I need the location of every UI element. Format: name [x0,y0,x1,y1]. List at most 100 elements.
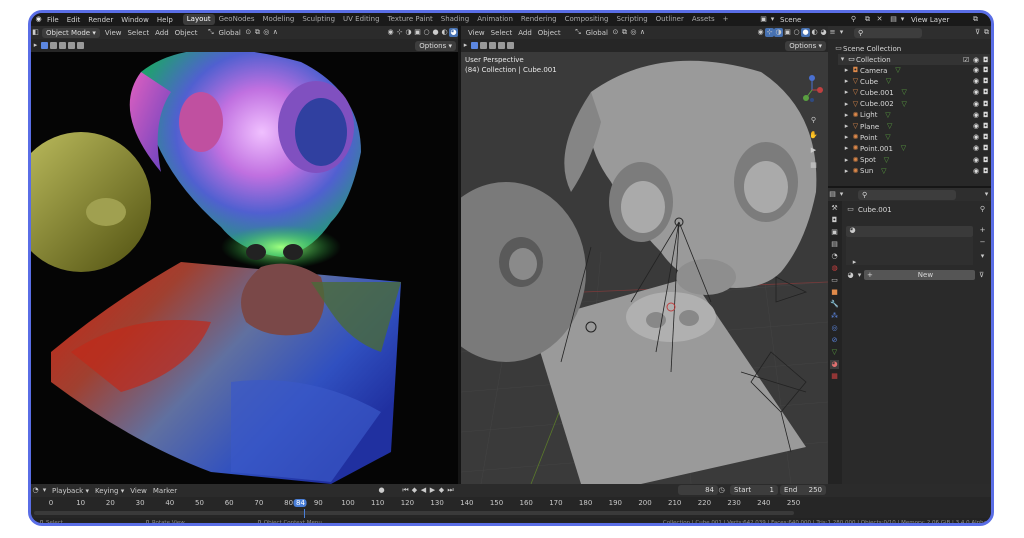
pivot-icon[interactable]: ⊙ [611,28,620,37]
shading-material-icon[interactable]: ◐ [810,28,819,37]
eye-icon[interactable]: ◉ [973,156,979,164]
camera-render-icon[interactable]: ◘ [983,167,989,175]
outliner-row-point[interactable]: ▸ ✺ Point ▽ [842,132,991,143]
texture-tab-icon[interactable]: ▦ [830,372,839,381]
current-frame-marker[interactable]: 84 [294,499,307,507]
object-tab-icon[interactable]: ■ [830,288,839,297]
material-tab-icon[interactable]: ◕ [830,360,839,369]
proportional-icon[interactable]: ◎ [262,28,271,37]
overlay-icon[interactable]: ◑ [774,28,783,37]
start-frame-field[interactable]: Start 1 [728,485,780,495]
outliner-row-sun[interactable]: ▸ ✺ Sun ▽ [842,166,991,177]
menu-help[interactable]: Help [153,16,177,24]
play-icon[interactable]: ▶ [428,486,437,495]
select-mode-invert-icon[interactable] [498,42,505,49]
shading-wire-icon[interactable]: ○ [422,28,431,37]
outliner-row-camera[interactable]: ▸ ◘ Camera ▽ [842,65,991,76]
checkbox-icon[interactable]: ☑ [963,56,969,64]
outliner-row-scene-collection[interactable]: ▭ Scene Collection [834,43,986,54]
editor-type-icon[interactable]: ▤ [828,190,837,199]
record-icon[interactable]: ● [377,486,386,495]
camera-render-icon[interactable]: ◘ [983,66,989,74]
chevron-down-icon[interactable]: ▾ [982,190,991,199]
clock-icon[interactable]: ◷ [717,486,726,495]
xray-icon[interactable]: ▣ [783,28,792,37]
tab-compositing[interactable]: Compositing [561,14,613,25]
expand-arrow-icon[interactable]: ▸ [850,258,859,267]
constraints-tab-icon[interactable]: ⊘ [830,336,839,345]
editor-type-icon[interactable]: ◧ [31,28,40,37]
select-mode-intersect-icon[interactable] [77,42,84,49]
collection-tab-icon[interactable]: ▭ [830,276,839,285]
new-material-button[interactable]: + New [864,270,975,280]
snap-icon[interactable]: ⧉ [620,28,629,37]
camera-render-icon[interactable]: ◘ [983,133,989,141]
pin-icon[interactable]: ⚲ [978,205,987,214]
marker-menu[interactable]: Marker [150,487,180,495]
add-menu[interactable]: Add [515,29,535,37]
view-layer-selector[interactable]: ▤ ▾ View Layer [889,14,949,25]
eye-icon[interactable]: ◉ [973,100,979,108]
select-mode-invert-icon[interactable] [68,42,75,49]
jump-end-icon[interactable]: ⏭ [446,486,455,495]
output-tab-icon[interactable]: ▣ [830,228,839,237]
eye-icon[interactable]: ◉ [973,122,979,130]
physics-tab-icon[interactable]: ◎ [830,324,839,333]
outliner-row-cube-002[interactable]: ▸ ▽ Cube.002 ▽ [842,99,991,110]
expand-arrow-icon[interactable]: ▸ [842,133,851,142]
camera-render-icon[interactable]: ◘ [983,122,989,130]
expand-arrow-icon[interactable]: ▸ [842,111,851,120]
current-frame-field[interactable]: 84 [678,485,718,495]
pin-icon[interactable]: ⚲ [849,15,858,24]
tab-animation[interactable]: Animation [473,14,517,25]
clock-icon[interactable]: ◔ [31,486,40,495]
select-menu[interactable]: Select [124,29,152,37]
object-menu[interactable]: Object [172,29,201,37]
expand-arrow-icon[interactable]: ▸ [842,66,851,75]
add-workspace-button[interactable]: + [719,14,733,25]
mode-dropdown[interactable]: Object Mode ▾ [42,27,100,38]
object-menu[interactable]: Object [535,29,564,37]
right-options-dropdown[interactable]: Options ▾ [785,40,826,51]
expand-arrow-icon[interactable]: ▸ [842,77,851,86]
play-reverse-icon[interactable]: ◀ [419,486,428,495]
camera-render-icon[interactable]: ◘ [983,88,989,96]
gizmo-icon[interactable]: ⊹ [395,28,404,37]
prev-keyframe-icon[interactable]: ◆ [410,486,419,495]
timeline-scrollbar[interactable] [34,511,794,515]
outliner-row-spot[interactable]: ▸ ✺ Spot ▽ [842,155,991,166]
visibility-icon[interactable]: ◉ [756,28,765,37]
select-mode-new-icon[interactable] [471,42,478,49]
tab-geonodes[interactable]: GeoNodes [215,14,259,25]
outliner-row-light[interactable]: ▸ ✺ Light ▽ [842,110,991,121]
view-menu[interactable]: View [465,29,488,37]
camera-view-icon[interactable]: ▶ [809,146,818,155]
scene-tab-icon[interactable]: ◔ [830,252,839,261]
camera-render-icon[interactable]: ◘ [983,100,989,108]
tab-uv-editing[interactable]: UV Editing [339,14,384,25]
proportional-icon[interactable]: ◎ [629,28,638,37]
particles-tab-icon[interactable]: ⁂ [830,312,839,321]
playhead-line[interactable] [304,509,305,518]
copy-layer-icon[interactable]: ⧉ [971,15,980,24]
blender-logo-icon[interactable]: ◉ [34,15,43,24]
hand-pan-icon[interactable]: ✋ [809,131,818,140]
shading-material-icon[interactable]: ◐ [440,28,449,37]
tab-modeling[interactable]: Modeling [259,14,299,25]
shading-rendered-icon[interactable]: ◕ [449,28,458,37]
eye-icon[interactable]: ◉ [973,133,979,141]
camera-render-icon[interactable]: ◘ [983,77,989,85]
tool-tab-icon[interactable]: ⚒ [830,204,839,213]
shading-solid-icon[interactable]: ● [431,28,440,37]
tab-texture-paint[interactable]: Texture Paint [384,14,437,25]
material-slot-list[interactable]: ◕ [846,226,973,237]
orientation-dropdown[interactable]: Global [583,29,611,37]
expand-arrow-icon[interactable]: ▸ [842,122,851,131]
view-layer-tab-icon[interactable]: ▤ [830,240,839,249]
eye-icon[interactable]: ◉ [973,111,979,119]
menu-window[interactable]: Window [117,16,153,24]
world-tab-icon[interactable]: ◍ [830,264,839,273]
navigation-gizmo[interactable] [801,74,823,104]
eye-icon[interactable]: ◉ [973,167,979,175]
data-tab-icon[interactable]: ▽ [830,348,839,357]
